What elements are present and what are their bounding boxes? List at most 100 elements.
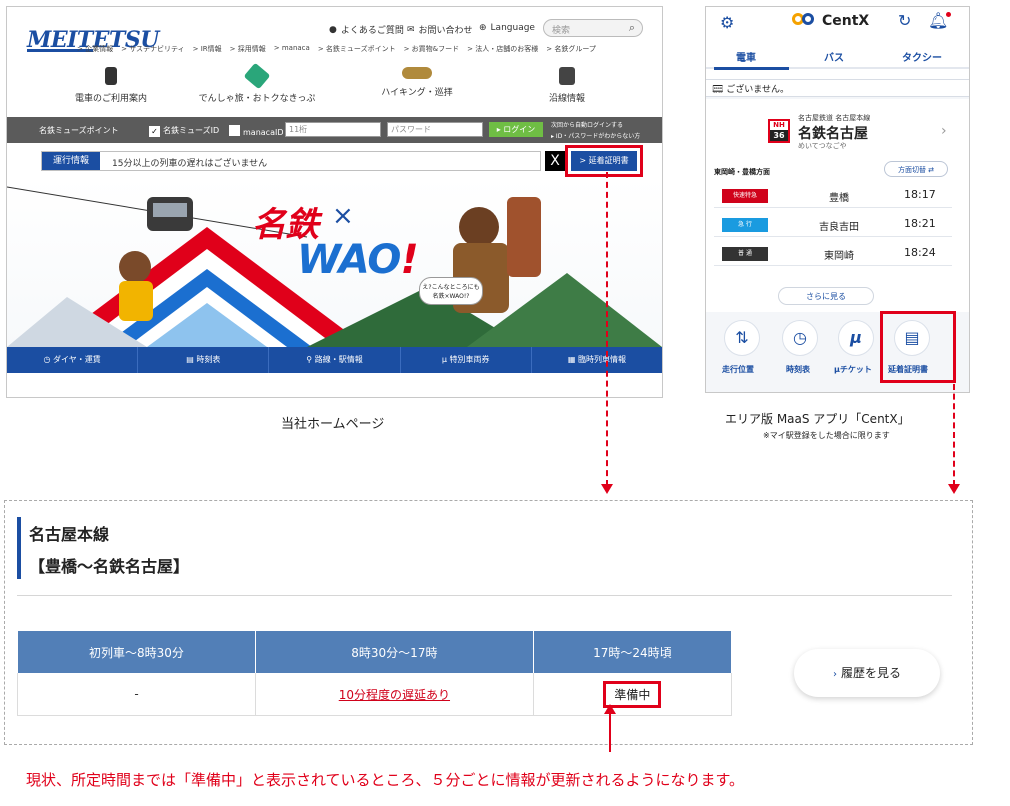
train-type-badge: 快速特急: [722, 189, 768, 203]
hero-title-sub: WAO!: [297, 237, 419, 283]
category-tickets[interactable]: でんしゃ旅・おトクなきっぷ: [197, 62, 317, 104]
password-input[interactable]: パスワード: [387, 122, 483, 137]
help-icon: ●: [329, 24, 337, 35]
departure-destination: 東岡崎: [824, 251, 854, 262]
nav-link[interactable]: > manaca: [274, 44, 310, 54]
forgot-password-link[interactable]: ▸ ID・パスワードがわからない方: [551, 131, 640, 140]
id-input[interactable]: 11桁: [285, 122, 381, 137]
nav-link[interactable]: > IR情報: [193, 44, 222, 54]
app-caption-note: ※マイ駅登録をした場合に限ります: [763, 431, 890, 440]
station-line: 名古屋鉄道 名古屋本線: [798, 114, 871, 122]
tab-active-indicator: [714, 67, 789, 70]
tab-taxi[interactable]: タクシー: [902, 49, 942, 64]
nav-link[interactable]: > お買物&フード: [404, 44, 460, 54]
departure-time: 18:21: [904, 217, 936, 230]
highlight-box: [880, 311, 956, 383]
arrow-head: [604, 704, 616, 714]
bell-icon[interactable]: 🔔︎: [928, 11, 952, 30]
chevron-right-icon[interactable]: ›: [941, 123, 947, 139]
delay-certificate-panel: 名古屋本線 【豊橋～名鉄名古屋】 初列車～8時30分 8時30分～17時 17時…: [4, 500, 973, 745]
arrow-head: [948, 484, 960, 494]
nav-link[interactable]: > 法人・店舗のお客様: [467, 44, 538, 54]
muse-id-option[interactable]: ✓ 名鉄ミューズID: [149, 125, 219, 137]
divider: [17, 595, 952, 596]
x-share-button[interactable]: X: [545, 151, 565, 171]
arrow-head: [601, 484, 613, 494]
arrow-line: [606, 172, 608, 486]
operation-info-message[interactable]: 15分以上の列車の遅れはございません: [112, 156, 267, 169]
nav-route-station[interactable]: ⚲ 路線・駅情報: [269, 347, 401, 373]
category-area-info[interactable]: 沿線情報: [507, 67, 627, 104]
nav-link[interactable]: > サステナビリティ: [121, 44, 185, 54]
search-input[interactable]: 検索 ⌕: [543, 19, 643, 37]
operation-info-label: 運行情報: [42, 152, 100, 170]
delay-value: -: [17, 673, 256, 716]
header-nav: > 企業情報 > サステナビリティ > IR情報 > 採用情報 > manaca…: [77, 44, 657, 54]
departure-row[interactable]: 急 行 吉良吉田 18:21: [714, 214, 952, 237]
arrow-line: [609, 712, 611, 752]
gear-icon[interactable]: ⚙: [720, 13, 734, 32]
nav-link[interactable]: > 名鉄ミューズポイント: [318, 44, 396, 54]
category-hiking[interactable]: ハイキング・巡拝: [357, 67, 477, 98]
station-kana: めいてつなごや: [798, 142, 847, 150]
category-train-guide[interactable]: 電車のご利用案内: [51, 67, 171, 104]
reload-icon[interactable]: ↻: [898, 11, 911, 30]
direction-switch-button[interactable]: 方面切替 ⇄: [884, 161, 948, 177]
nav-extra-trains[interactable]: ▦ 臨時列車情報: [532, 347, 662, 373]
departure-destination: 吉良吉田: [819, 222, 859, 233]
language-link[interactable]: ⊕ Language: [479, 23, 535, 33]
delay-detail-link[interactable]: 10分程度の遅延あり: [339, 688, 450, 702]
tab-train[interactable]: 電車: [736, 49, 756, 64]
hero-banner[interactable]: 名鉄 × WAO! え?こんなところにも名鉄×WAO!?: [7, 177, 662, 347]
faq-link[interactable]: ● よくあるご質問: [329, 23, 404, 37]
station-name[interactable]: 名鉄名古屋: [798, 123, 868, 143]
tab-bus[interactable]: バス: [824, 49, 844, 64]
line-title: 名古屋本線: [29, 525, 110, 544]
view-history-button[interactable]: › 履歴を見る: [794, 649, 940, 697]
time-slot-header: 17時～24時頃: [532, 631, 733, 673]
nav-special-car[interactable]: μ 特別車両券: [401, 347, 532, 373]
departure-row[interactable]: 普 通 東岡崎 18:24: [714, 243, 952, 266]
departure-row[interactable]: 快速特急 豊橋 18:17: [714, 185, 952, 208]
time-slot-header: 8時30分～17時: [254, 631, 534, 673]
delay-value-cell: 準備中: [532, 673, 733, 716]
nav-timetable[interactable]: ▤ 時刻表: [138, 347, 270, 373]
login-bar: 名鉄ミューズポイント ✓ 名鉄ミューズID manacaID 11桁 パスワード …: [7, 117, 662, 143]
highlight-box: [565, 145, 643, 177]
train-position-icon[interactable]: ⇅: [724, 320, 760, 356]
delay-value-cell: 10分程度の遅延あり: [254, 673, 534, 716]
homepage-screenshot: MEITETSU ● よくあるご質問 ✉ お問い合わせ ⊕ Language 検索 ⌕…: [6, 6, 663, 398]
departure-time: 18:17: [904, 188, 936, 201]
checkbox-unchecked: [229, 125, 240, 136]
nav-link[interactable]: > 名鉄グループ: [546, 44, 596, 54]
bottom-nav: ◷ ダイヤ・運賃 ▤ 時刻表 ⚲ 路線・駅情報 μ 特別車両券 ▦ 臨時列車情報: [7, 347, 662, 373]
delay-table: 初列車～8時30分 8時30分～17時 17時～24時頃 - 10分程度の遅延あ…: [17, 631, 733, 716]
auto-login-option[interactable]: 次回から自動ログインする: [551, 120, 623, 129]
globe-icon: ⊕: [479, 23, 487, 33]
clock-icon[interactable]: ◷: [782, 320, 818, 356]
ticket-icon: [243, 62, 271, 90]
nav-timetable-fares[interactable]: ◷ ダイヤ・運賃: [7, 347, 139, 373]
search-icon: ⌕: [628, 21, 635, 34]
hiking-shoes-icon: [402, 67, 432, 79]
centx-app-screenshot: ⚙ CentX ↻ 🔔︎ 電車 バス タクシー 🚃︎ ございません。 NH 36…: [705, 6, 970, 393]
station-number-badge: NH 36: [768, 119, 790, 143]
train-type-badge: 普 通: [722, 247, 768, 261]
mu-ticket-icon[interactable]: μ: [838, 320, 874, 356]
train-type-badge: 急 行: [722, 218, 768, 232]
table-row: - 10分程度の遅延あり 準備中: [17, 673, 733, 716]
mail-icon: ✉: [407, 24, 415, 35]
hero-speech-bubble: え?こんなところにも名鉄×WAO!?: [419, 277, 483, 305]
section-accent-bar: [17, 517, 21, 579]
nav-link[interactable]: > 企業情報: [77, 44, 113, 54]
see-more-button[interactable]: さらに見る: [778, 287, 874, 305]
departure-destination: 豊橋: [829, 193, 849, 204]
centx-logo: CentX: [792, 13, 869, 29]
contact-link[interactable]: ✉ お問い合わせ: [407, 23, 473, 37]
operation-info-bar: 運行情報 15分以上の列車の遅れはございません: [41, 151, 541, 171]
login-button[interactable]: ▸ ログイン: [489, 122, 543, 137]
manaca-id-option[interactable]: manacaID: [229, 125, 284, 137]
section-title: 【豊橋～名鉄名古屋】: [29, 557, 190, 576]
service-notice[interactable]: 🚃︎ ございません。: [706, 79, 969, 97]
nav-link[interactable]: > 採用情報: [230, 44, 266, 54]
